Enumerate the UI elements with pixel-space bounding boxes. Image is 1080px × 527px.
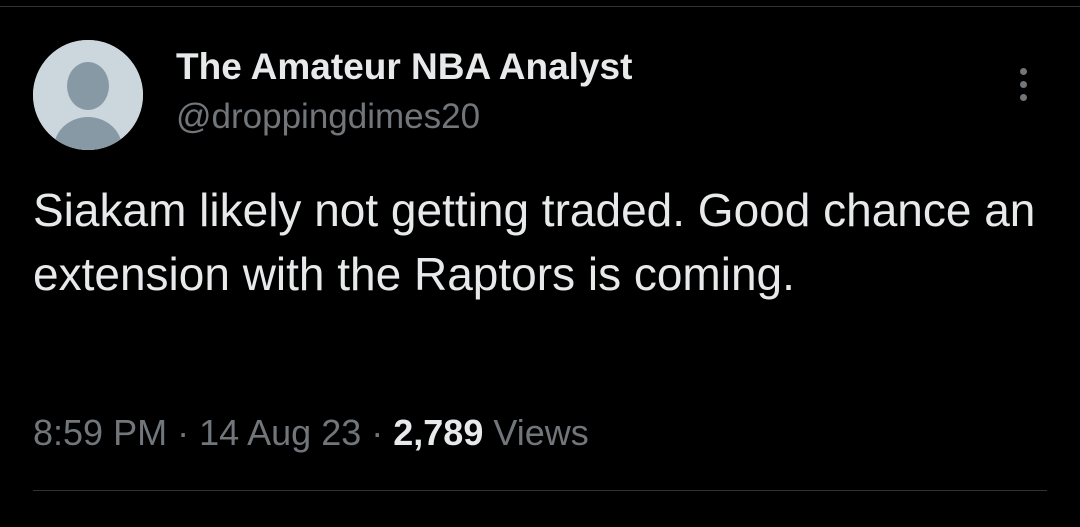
tweet-meta: 8:59 PM · 14 Aug 23 · 2,789 Views (33, 408, 589, 458)
tweet-date[interactable]: 14 Aug 23 (199, 412, 361, 453)
bottom-divider (33, 490, 1047, 491)
default-avatar-icon (33, 40, 143, 150)
meta-separator: · (371, 412, 384, 453)
more-options-button[interactable] (1004, 62, 1044, 106)
top-divider (0, 6, 1080, 7)
author-handle[interactable]: @droppingdimes20 (176, 95, 480, 139)
views-label: Views (493, 412, 589, 453)
tweet-time[interactable]: 8:59 PM (33, 412, 167, 453)
views-count[interactable]: 2,789 (393, 412, 483, 453)
avatar[interactable] (33, 40, 143, 150)
more-options-icon (1020, 68, 1027, 75)
meta-separator: · (177, 412, 190, 453)
tweet-text: Siakam likely not getting traded. Good c… (33, 184, 1036, 300)
more-options-icon-dot (1020, 81, 1027, 88)
author-display-name[interactable]: The Amateur NBA Analyst (176, 45, 632, 89)
more-options-icon-dot (1020, 94, 1027, 101)
